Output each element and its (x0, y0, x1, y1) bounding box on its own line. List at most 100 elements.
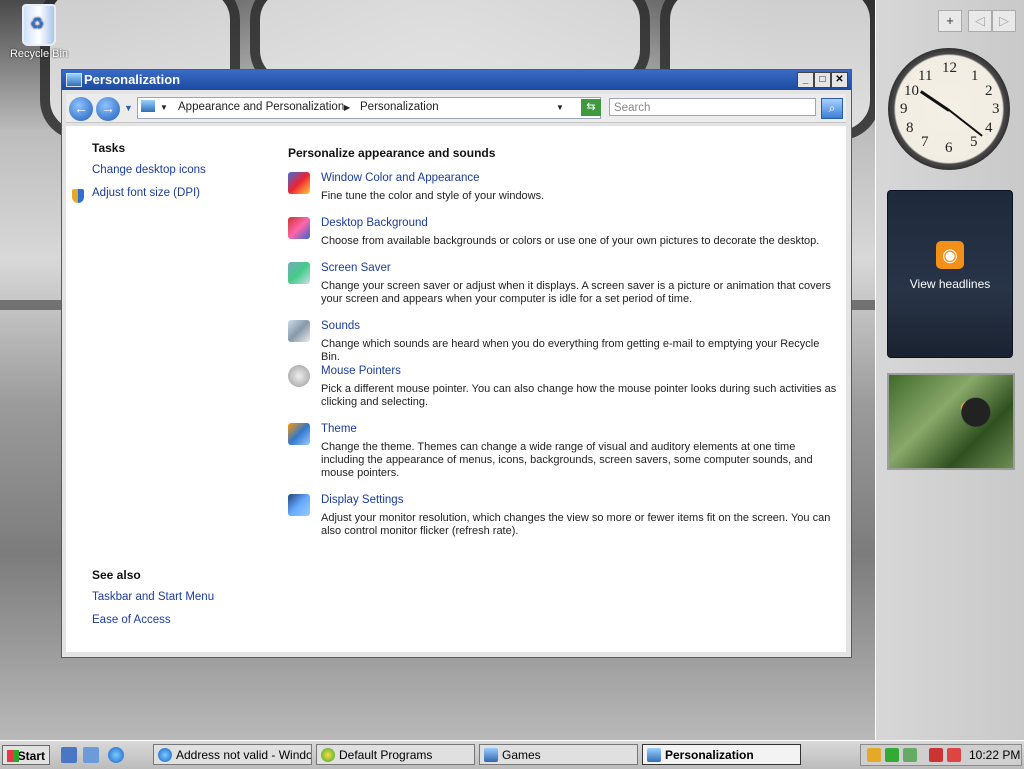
address-bar[interactable]: ▼ Appearance and Personalization ▶ Perso… (137, 97, 601, 119)
taskbar-item-default-programs[interactable]: Default Programs (316, 744, 475, 765)
sounds-icon (288, 320, 310, 342)
mouse-pointers-desc: Pick a different mouse pointer. You can … (321, 383, 837, 408)
clock-number: 4 (985, 120, 993, 136)
theme-icon (288, 423, 310, 445)
view-headlines-label: View headlines (909, 277, 991, 291)
control-panel-content: Tasks Change desktop icons Adjust font s… (66, 126, 846, 652)
default-programs-icon (321, 748, 335, 762)
security-shield-icon[interactable] (867, 748, 881, 762)
clock-number: 12 (942, 60, 957, 76)
close-button[interactable]: ✕ (831, 72, 848, 88)
breadcrumb-personalization[interactable]: Personalization (360, 101, 439, 113)
main-heading: Personalize appearance and sounds (288, 146, 496, 160)
defender-icon[interactable] (903, 748, 917, 762)
screen-saver-desc: Change your screen saver or adjust when … (321, 280, 831, 305)
switch-windows-icon[interactable] (83, 747, 99, 763)
window-color-icon (288, 172, 310, 194)
games-icon (484, 748, 498, 762)
clock-number: 6 (945, 140, 953, 156)
clock-gadget[interactable]: 12 1 2 3 4 5 6 7 8 9 10 11 (888, 48, 1010, 170)
clock-number: 3 (992, 101, 1000, 117)
previous-gadgets-icon[interactable]: ◁ (968, 10, 992, 32)
clock-number: 1 (971, 68, 979, 84)
taskbar-item-address-not-valid[interactable]: Address not valid - Windo... (153, 744, 312, 765)
screen-saver-link[interactable]: Screen Saver (321, 262, 391, 274)
system-tray: 10:22 PM (860, 744, 1022, 766)
clock-number: 9 (900, 101, 908, 117)
network-disconnected-icon[interactable] (929, 748, 943, 762)
display-settings-desc: Adjust your monitor resolution, which ch… (321, 512, 831, 537)
theme-link[interactable]: Theme (321, 423, 357, 435)
control-panel-icon (66, 73, 82, 87)
minimize-button[interactable]: _ (797, 72, 814, 88)
clock-number: 8 (906, 120, 914, 136)
recycle-bin-icon (22, 4, 56, 46)
address-history-dropdown-icon[interactable]: ▼ (556, 103, 564, 112)
back-button[interactable]: ← (69, 97, 93, 121)
clock-number: 10 (904, 83, 919, 99)
desktop-background-icon (288, 217, 310, 239)
add-gadget-button[interactable]: + (938, 10, 962, 32)
taskbar-clock[interactable]: 10:22 PM (969, 748, 1020, 762)
start-button[interactable]: Start (2, 745, 50, 765)
adjust-font-size-link[interactable]: Adjust font size (DPI) (92, 187, 200, 199)
taskbar-item-personalization[interactable]: Personalization (642, 744, 801, 765)
clock-minute-hand (948, 109, 983, 137)
breadcrumb-separator-icon[interactable]: ▶ (344, 103, 350, 112)
security-center-icon[interactable] (885, 748, 899, 762)
show-desktop-icon[interactable] (61, 747, 77, 763)
window-color-desc: Fine tune the color and style of your wi… (321, 190, 545, 202)
clock-number: 5 (970, 134, 978, 150)
taskbar-item-label: Address not valid - Windo... (176, 748, 312, 762)
refresh-icon[interactable]: ⇆ (581, 99, 601, 116)
address-toolbar: ← → ▼ ▼ Appearance and Personalization ▶… (66, 94, 846, 123)
volume-muted-icon[interactable] (947, 748, 961, 762)
mouse-pointer-icon (288, 365, 310, 387)
search-input[interactable]: Search (609, 98, 816, 116)
taskbar: Start Address not valid - Windo... Defau… (0, 740, 1024, 769)
recent-pages-dropdown-icon[interactable]: ▼ (124, 103, 133, 113)
taskbar-start-menu-link[interactable]: Taskbar and Start Menu (92, 591, 214, 603)
clock-number: 7 (921, 134, 929, 150)
desktop-background-desc: Choose from available backgrounds or col… (321, 235, 820, 247)
taskbar-item-label: Games (502, 748, 541, 762)
uac-shield-icon (72, 189, 84, 203)
window-title: Personalization (84, 72, 181, 87)
window-color-link[interactable]: Window Color and Appearance (321, 172, 480, 184)
window-titlebar[interactable]: Personalization _ □ ✕ (62, 70, 851, 90)
control-panel-icon (647, 748, 661, 762)
recycle-bin-shortcut[interactable]: Recycle Bin (8, 4, 70, 60)
sounds-desc: Change which sounds are heard when you d… (321, 338, 820, 363)
sounds-link[interactable]: Sounds (321, 320, 360, 332)
theme-desc: Change the theme. Themes can change a wi… (321, 441, 813, 479)
rss-icon: ◉ (936, 241, 964, 269)
clock-hour-hand (919, 90, 950, 112)
address-location-icon (141, 100, 155, 112)
internet-explorer-icon[interactable] (108, 747, 124, 763)
forward-button[interactable]: → (96, 97, 120, 121)
slideshow-gadget[interactable] (887, 373, 1015, 470)
tasks-heading: Tasks (92, 141, 126, 155)
breadcrumb-appearance[interactable]: Appearance and Personalization (178, 101, 344, 113)
taskbar-item-label: Default Programs (339, 748, 433, 762)
taskbar-item-label: Personalization (665, 748, 754, 762)
maximize-button[interactable]: □ (814, 72, 831, 88)
next-gadgets-icon[interactable]: ▷ (992, 10, 1016, 32)
display-settings-link[interactable]: Display Settings (321, 494, 403, 506)
ease-of-access-link[interactable]: Ease of Access (92, 614, 171, 626)
change-desktop-icons-link[interactable]: Change desktop icons (92, 164, 206, 176)
internet-explorer-icon (158, 748, 172, 762)
address-chevron-icon[interactable]: ▼ (160, 103, 168, 112)
mouse-pointers-link[interactable]: Mouse Pointers (321, 365, 401, 377)
clock-number: 2 (985, 83, 993, 99)
search-icon[interactable]: ⌕ (821, 98, 843, 119)
screen-saver-icon (288, 262, 310, 284)
task-pane: Tasks Change desktop icons Adjust font s… (66, 126, 276, 652)
recycle-bin-label: Recycle Bin (9, 48, 69, 60)
personalization-window: Personalization _ □ ✕ ← → ▼ ▼ Appearance… (61, 69, 852, 658)
taskbar-item-games[interactable]: Games (479, 744, 638, 765)
feed-headlines-gadget[interactable]: ◉ View headlines (887, 190, 1013, 358)
clock-number: 11 (918, 68, 933, 84)
desktop-background-link[interactable]: Desktop Background (321, 217, 428, 229)
display-settings-icon (288, 494, 310, 516)
